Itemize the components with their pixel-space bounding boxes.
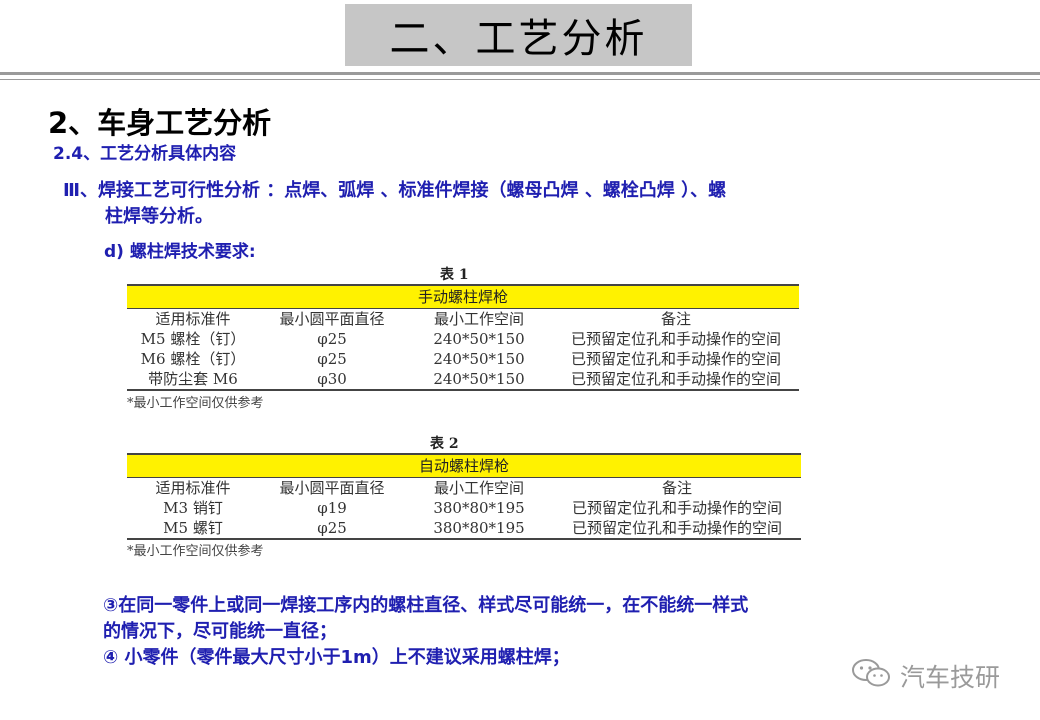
- point-3-line-2: 柱焊等分析。: [105, 206, 213, 227]
- table-cell: 已预留定位孔和手动操作的空间: [570, 350, 781, 368]
- table-cell: M6 螺栓（钉）: [140, 350, 246, 368]
- table-row: M5 螺栓（钉） φ25 240*50*150 已预留定位孔和手动操作的空间: [127, 329, 799, 349]
- table-1-col-header: 最小工作空间: [433, 310, 524, 328]
- table-1-header: 手动螺柱焊枪: [127, 284, 799, 309]
- requirement-heading: d) 螺柱焊技术要求:: [104, 242, 256, 262]
- table-cell: 已预留定位孔和手动操作的空间: [553, 369, 799, 391]
- table-1-header-row: 手动螺柱焊枪: [127, 284, 799, 309]
- header-divider-thin: [0, 79, 1040, 80]
- table-1: 手动螺柱焊枪 适用标准件 最小圆平面直径 最小工作空间 备注 M5 螺栓（钉） …: [127, 284, 799, 391]
- table-2-column-row: 适用标准件 最小圆平面直径 最小工作空间 备注: [127, 478, 801, 499]
- table-cell: φ25: [317, 330, 347, 348]
- note-item-4: ④ 小零件（零件最大尺寸小于1m）上不建议采用螺柱焊；: [103, 647, 570, 668]
- table-1-col-header: 适用标准件: [155, 310, 231, 328]
- table-1-col-header: 备注: [660, 310, 691, 328]
- table-2-col-header: 最小圆平面直径: [279, 479, 385, 497]
- table-cell: φ25: [259, 518, 405, 540]
- wechat-icon: [850, 656, 894, 696]
- point-3-paragraph: Ⅲ、焊接工艺可行性分析 ：点焊、弧焊 、标准件焊接（螺母凸焊 、螺栓凸焊 ）、螺…: [63, 178, 883, 230]
- section-heading: 2、车身工艺分析: [48, 106, 272, 140]
- table-2-col-header: 最小工作空间: [433, 479, 524, 497]
- table-row: 带防尘套 M6 φ30 240*50*150 已预留定位孔和手动操作的空间: [127, 369, 799, 391]
- table-cell: M5 螺钉: [127, 518, 259, 540]
- table-cell: 已预留定位孔和手动操作的空间: [571, 499, 782, 517]
- table-cell: 380*80*195: [405, 518, 553, 540]
- table-row: M5 螺钉 φ25 380*80*195 已预留定位孔和手动操作的空间: [127, 518, 801, 540]
- table-1-note: *最小工作空间仅供参考: [127, 396, 264, 411]
- slide-title-text: 二、工艺分析: [389, 16, 648, 62]
- table-cell: 240*50*150: [405, 369, 553, 391]
- note-item-3-line-1: ③在同一零件上或同一焊接工序内的螺柱直径、样式尽可能统一，在不能统一样式: [103, 595, 749, 616]
- table-2-col-header: 备注: [661, 479, 692, 497]
- slide-title: 二、工艺分析: [345, 4, 692, 66]
- table-2-caption: 表 2: [430, 436, 459, 452]
- table-cell: 240*50*150: [433, 350, 525, 368]
- table-cell: 240*50*150: [433, 330, 525, 348]
- watermark-text: 汽车技研: [900, 663, 1001, 692]
- header-divider-thick: [0, 72, 1040, 75]
- note-item-3-line-2: 的情况下，尽可能统一直径；: [103, 621, 337, 642]
- table-2: 自动螺柱焊枪 适用标准件 最小圆平面直径 最小工作空间 备注 M3 销钉 φ19…: [127, 453, 801, 540]
- notes-paragraph: ③在同一零件上或同一焊接工序内的螺柱直径、样式尽可能统一，在不能统一样式 的情况…: [103, 593, 903, 671]
- table-1-caption: 表 1: [440, 267, 469, 283]
- table-cell: φ25: [317, 350, 347, 368]
- table-cell: 380*80*195: [433, 499, 525, 517]
- table-2-note: *最小工作空间仅供参考: [127, 544, 264, 559]
- table-cell: φ30: [259, 369, 405, 391]
- table-cell: 已预留定位孔和手动操作的空间: [553, 518, 801, 540]
- table-cell: 带防尘套 M6: [127, 369, 259, 391]
- table-cell: M3 销钉: [163, 499, 223, 517]
- table-2-header-row: 自动螺柱焊枪: [127, 453, 801, 478]
- table-cell: 已预留定位孔和手动操作的空间: [570, 330, 781, 348]
- table-cell: φ19: [317, 499, 347, 517]
- table-row: M6 螺栓（钉） φ25 240*50*150 已预留定位孔和手动操作的空间: [127, 349, 799, 369]
- table-cell: M5 螺栓（钉）: [140, 330, 246, 348]
- sub-heading: 2.4、工艺分析具体内容: [53, 144, 237, 164]
- point-3-line-1: Ⅲ、焊接工艺可行性分析 ：点焊、弧焊 、标准件焊接（螺母凸焊 、螺栓凸焊 ）、螺: [63, 180, 727, 201]
- table-row: M3 销钉 φ19 380*80*195 已预留定位孔和手动操作的空间: [127, 498, 801, 518]
- table-2-header: 自动螺柱焊枪: [127, 453, 801, 478]
- table-1-col-header: 最小圆平面直径: [279, 310, 385, 328]
- table-2-col-header: 适用标准件: [155, 479, 231, 497]
- watermark: 汽车技研: [850, 656, 1000, 696]
- table-1-column-row: 适用标准件 最小圆平面直径 最小工作空间 备注: [127, 309, 799, 330]
